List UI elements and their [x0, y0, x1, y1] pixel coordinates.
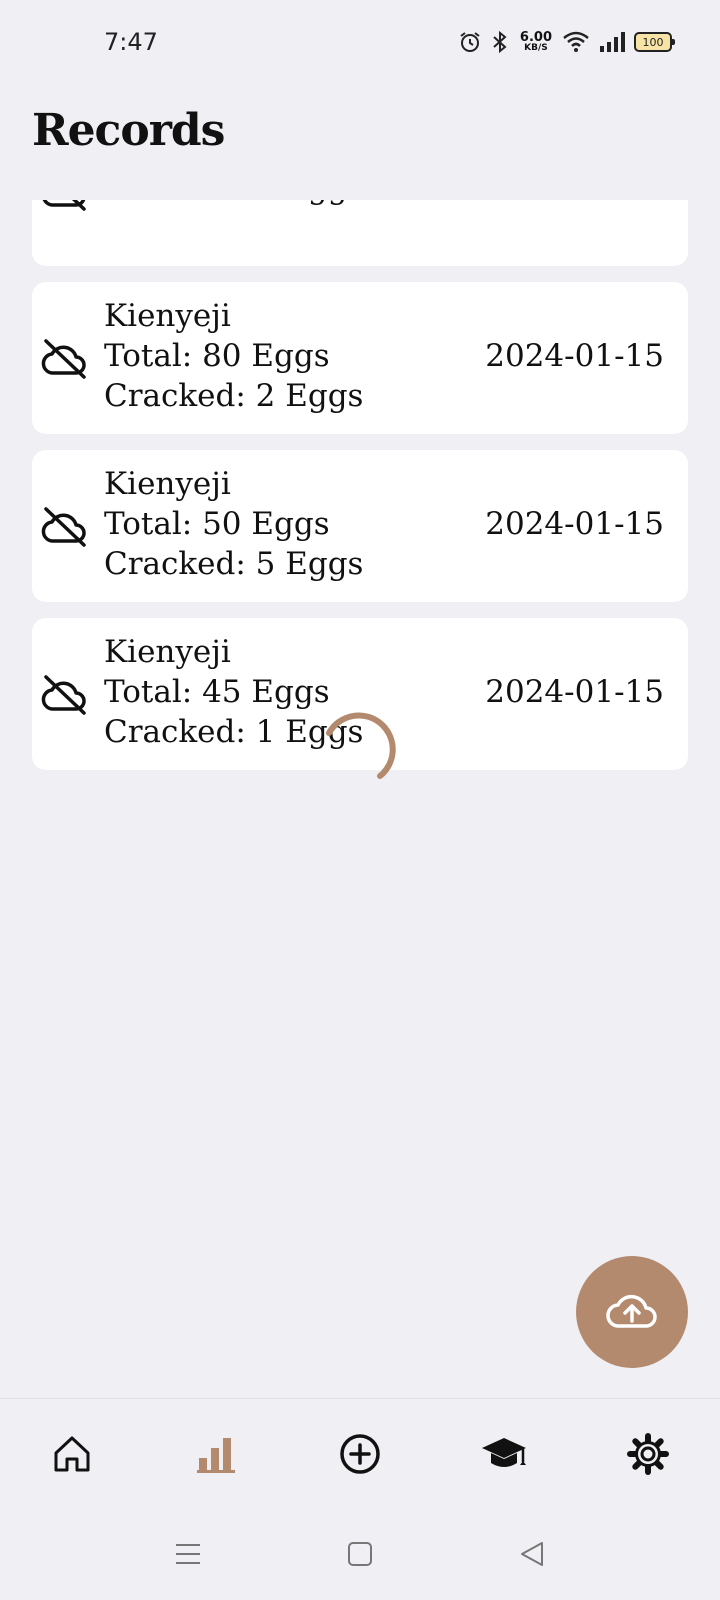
record-cracked: Cracked: 8 Eggs: [104, 200, 363, 208]
record-details: Kienyeji Total: 80 Eggs Cracked: 2 Eggs: [104, 296, 363, 416]
nav-add[interactable]: [288, 1399, 432, 1509]
record-total: Total: 80 Eggs: [104, 338, 330, 374]
bottom-navigation: [0, 1398, 720, 1509]
gear-icon: [627, 1433, 669, 1475]
wifi-icon: [563, 31, 589, 52]
record-total: Total: 45 Eggs: [104, 674, 330, 710]
status-bar: 7:47 6.00 KB/S 100: [0, 0, 720, 90]
record-details: Kienyeji Total: 50 Eggs Cracked: 5 Eggs: [104, 464, 363, 584]
cloud-off-icon: [41, 339, 86, 379]
upload-fab-button[interactable]: [576, 1256, 688, 1368]
menu-icon[interactable]: [172, 1538, 204, 1570]
net-speed-unit: KB/S: [524, 43, 548, 53]
cloud-upload-icon: [606, 1294, 657, 1328]
bar-chart-icon: [197, 1438, 235, 1473]
loading-spinner: [326, 712, 396, 779]
record-card[interactable]: Kienyeji Total: 50 Eggs Cracked: 5 Eggs …: [32, 450, 688, 602]
records-list[interactable]: Total: 80 Eggs Cracked: 8 Eggs 2024-01-1…: [0, 200, 720, 1380]
alarm-icon: [460, 32, 480, 52]
record-type: Kienyeji: [104, 298, 231, 334]
cloud-off-icon: [42, 200, 86, 211]
record-date: 2024-01-15: [485, 200, 664, 208]
status-icons: 6.00 KB/S 100: [458, 30, 675, 54]
record-date: 2024-01-15: [485, 506, 664, 542]
record-date: 2024-01-15: [485, 338, 664, 374]
page-title: Records: [32, 105, 225, 156]
network-speed: 6.00 KB/S: [520, 31, 552, 53]
record-date: 2024-01-15: [485, 674, 664, 710]
back-triangle-icon[interactable]: [516, 1538, 548, 1570]
record-details: Total: 80 Eggs Cracked: 8 Eggs: [104, 200, 363, 208]
signal-icon: [600, 32, 625, 52]
graduation-cap-icon: [482, 1438, 526, 1467]
record-type: Kienyeji: [104, 634, 231, 670]
home-icon: [54, 1436, 90, 1472]
battery-icon: 100: [634, 32, 675, 52]
status-time: 7:47: [104, 28, 158, 56]
record-cracked: Cracked: 2 Eggs: [104, 378, 364, 414]
nav-records[interactable]: [144, 1399, 288, 1509]
bluetooth-icon: [493, 30, 507, 54]
record-card[interactable]: Total: 80 Eggs Cracked: 8 Eggs 2024-01-1…: [32, 200, 688, 266]
cloud-off-icon: [41, 507, 86, 547]
record-card[interactable]: Kienyeji Total: 80 Eggs Cracked: 2 Eggs …: [32, 282, 688, 434]
cloud-off-icon: [41, 675, 86, 715]
nav-home[interactable]: [0, 1399, 144, 1509]
home-square-icon[interactable]: [344, 1538, 376, 1570]
system-navigation: [0, 1510, 720, 1600]
record-type: Kienyeji: [104, 466, 231, 502]
record-cracked: Cracked: 5 Eggs: [104, 546, 364, 582]
add-circle-icon: [340, 1434, 380, 1474]
nav-settings[interactable]: [576, 1399, 720, 1509]
record-total: Total: 50 Eggs: [104, 506, 330, 542]
nav-learn[interactable]: [432, 1399, 576, 1509]
